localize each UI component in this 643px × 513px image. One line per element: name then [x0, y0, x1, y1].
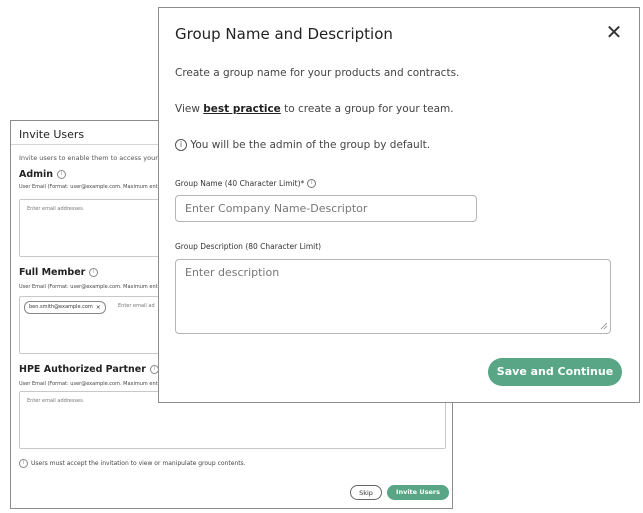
- full-member-email-hint: User Email (Format: user@example.com. Ma…: [19, 284, 158, 290]
- partner-title-label: HPE Authorized Partner: [19, 364, 146, 375]
- full-member-section-title: Full Member i: [19, 267, 99, 278]
- skip-button[interactable]: Skip: [350, 485, 382, 500]
- invite-users-description: Invite users to enable them to access yo…: [19, 154, 165, 162]
- modal-intro-text: Create a group name for your products an…: [175, 67, 460, 79]
- admin-email-placeholder: Enter email addresses.: [27, 206, 85, 212]
- view-suffix: to create a group for your team.: [280, 103, 454, 115]
- partner-email-hint: User Email (Format: user@example.com. Ma…: [19, 381, 158, 387]
- invite-users-title: Invite Users: [19, 128, 85, 141]
- group-description-input[interactable]: Enter description: [175, 259, 611, 334]
- invite-users-button[interactable]: Invite Users: [387, 485, 449, 500]
- modal-title: Group Name and Description: [175, 25, 393, 43]
- group-name-label-text: Group Name (40 Character Limit): [175, 179, 301, 188]
- partner-section-title: HPE Authorized Partner i: [19, 364, 159, 375]
- admin-default-note: i You will be the admin of the group by …: [175, 139, 430, 151]
- group-name-modal: Group Name and Description ✕ Create a gr…: [158, 7, 640, 403]
- group-name-label: Group Name (40 Character Limit) * i: [175, 179, 317, 188]
- admin-title-label: Admin: [19, 169, 54, 180]
- group-name-input[interactable]: Enter Company Name-Descriptor: [175, 195, 477, 222]
- view-prefix: View: [175, 103, 204, 115]
- invitation-footer-note: i Users must accept the invitation to vi…: [19, 459, 246, 468]
- group-description-placeholder: Enter description: [185, 266, 280, 279]
- full-member-email-placeholder: Enter email ad: [118, 303, 155, 309]
- info-icon[interactable]: i: [57, 170, 67, 179]
- footer-note-text: Users must accept the invitation to view…: [31, 460, 246, 467]
- info-icon[interactable]: i: [89, 268, 99, 277]
- partner-email-placeholder: Enter email addresses.: [27, 398, 85, 404]
- email-chip: ben.smith@example.com ×: [24, 301, 106, 314]
- group-name-placeholder: Enter Company Name-Descriptor: [185, 202, 368, 215]
- group-description-label: Group Description (80 Character Limit): [175, 242, 322, 251]
- resize-grip-icon[interactable]: [600, 322, 608, 330]
- chip-remove-icon[interactable]: ×: [96, 302, 101, 313]
- info-icon[interactable]: i: [307, 179, 317, 188]
- admin-section-title: Admin i: [19, 169, 67, 180]
- close-icon[interactable]: ✕: [604, 22, 624, 42]
- best-practice-link[interactable]: best practice: [203, 103, 281, 115]
- info-icon: i: [19, 459, 28, 468]
- admin-default-note-text: You will be the admin of the group by de…: [190, 139, 431, 151]
- info-icon: i: [175, 139, 187, 151]
- best-practice-line: View best practice to create a group for…: [175, 103, 454, 115]
- required-mark: *: [300, 179, 305, 188]
- full-member-title-label: Full Member: [19, 267, 86, 278]
- admin-email-hint: User Email (Format: user@example.com. Ma…: [19, 184, 158, 190]
- email-chip-label: ben.smith@example.com: [29, 304, 93, 310]
- save-and-continue-button[interactable]: Save and Continue: [488, 358, 622, 386]
